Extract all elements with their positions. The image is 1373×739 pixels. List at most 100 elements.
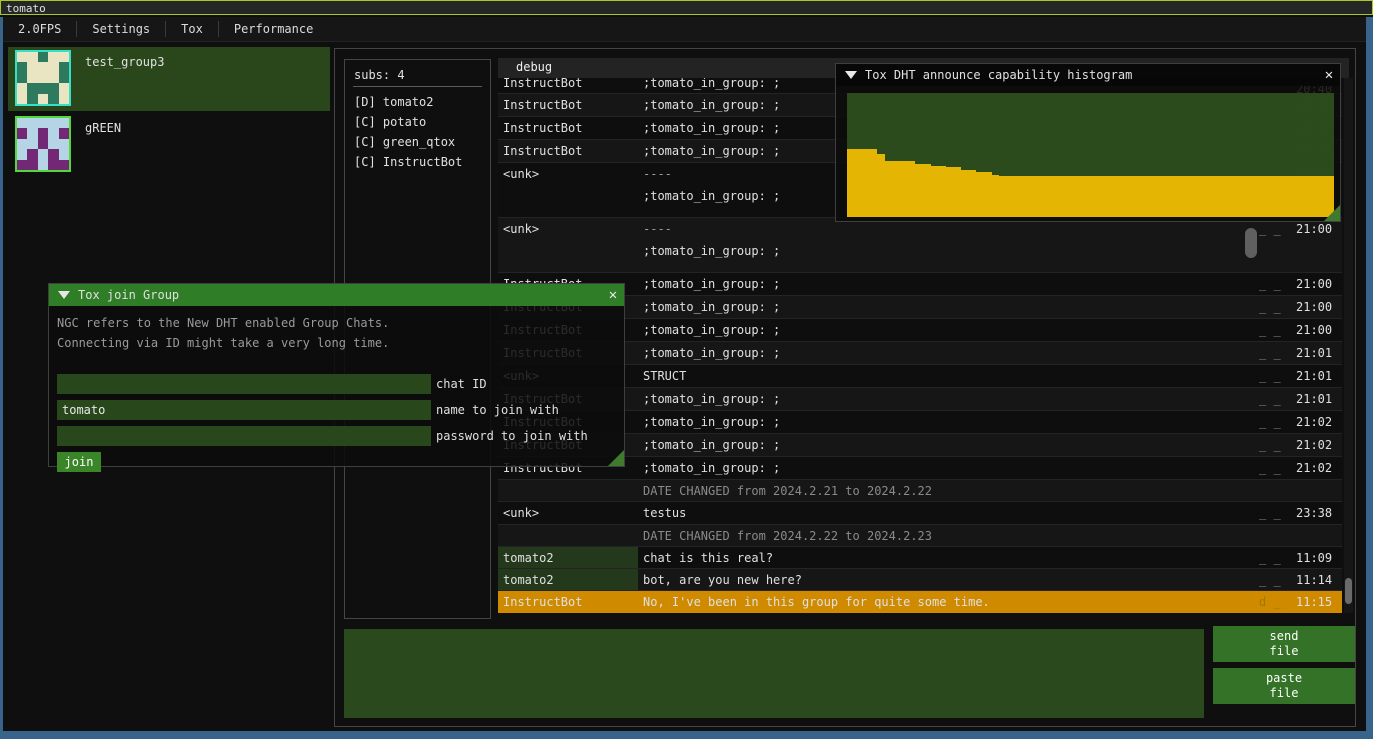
message-sender: tomato2 — [498, 569, 638, 590]
join-field-label: chat ID — [436, 374, 487, 394]
date-changed-row[interactable]: DATE CHANGED from 2024.2.21 to 2024.2.22 — [498, 480, 1342, 502]
avatar-pixel — [38, 94, 48, 104]
resize-grip[interactable] — [608, 450, 624, 466]
message-timestamp: 21:01 — [1296, 342, 1342, 364]
avatar-pixel — [48, 52, 58, 62]
avatar-pixel — [38, 52, 48, 62]
delivery-status: _ _ — [1259, 457, 1292, 479]
join-button[interactable]: join — [57, 452, 101, 472]
message-line: DATE CHANGED from 2024.2.21 to 2024.2.22 — [643, 484, 932, 498]
message-timestamp: 11:09 — [1296, 547, 1342, 568]
message-row[interactable]: InstructBotNo, I've been in this group f… — [498, 591, 1342, 613]
avatar-pixel — [59, 149, 69, 159]
message-sender: InstructBot — [498, 94, 638, 116]
message-line: STRUCT — [643, 369, 686, 383]
message-input[interactable] — [344, 629, 1204, 718]
avatar-pixel — [38, 83, 48, 93]
date-changed-text: DATE CHANGED from 2024.2.21 to 2024.2.22 — [643, 480, 1251, 501]
histogram-plot — [847, 93, 1334, 217]
subs-member[interactable]: [D] tomato2 — [354, 92, 486, 112]
menu-item-performance[interactable]: Performance — [219, 17, 328, 41]
collapse-arrow-icon[interactable] — [845, 71, 857, 79]
password-to-join-with-input[interactable] — [57, 426, 431, 446]
histogram-bar — [1167, 176, 1175, 217]
message-text: testus — [643, 502, 1251, 524]
subs-member[interactable]: [C] potato — [354, 112, 486, 132]
avatar-pixel — [48, 94, 58, 104]
message-row[interactable]: <unk>---- ;tomato_in_group: ; ----_ _21:… — [498, 218, 1342, 273]
message-text: ;tomato_in_group: ; — [643, 342, 1251, 364]
delivery-status: _ _ — [1259, 319, 1292, 341]
window-titlebar[interactable]: tomato — [0, 0, 1373, 15]
histogram-bar — [1235, 176, 1243, 217]
scrollbar-track[interactable] — [1344, 78, 1353, 613]
delivery-status: _ _ — [1259, 502, 1292, 524]
message-text: ---- ;tomato_in_group: ; ---- — [643, 218, 1251, 272]
tab-debug[interactable]: debug — [508, 58, 560, 78]
avatar-pixel — [17, 73, 27, 83]
window-title: tomato — [6, 2, 46, 15]
menu-bar: 2.0FPSSettingsToxPerformance — [3, 17, 1366, 42]
join-field-row: password to join with — [57, 426, 617, 446]
paste-file-button[interactable]: paste file — [1213, 668, 1355, 704]
avatar-pixel — [17, 149, 27, 159]
histogram-window-titlebar[interactable]: Tox DHT announce capability histogram ✕ — [836, 64, 1340, 86]
message-sender: InstructBot — [498, 591, 638, 613]
avatar-pixel — [27, 73, 37, 83]
close-icon[interactable]: ✕ — [1318, 67, 1340, 83]
avatar-pixel — [48, 160, 58, 170]
message-line: ;tomato_in_group: ; — [643, 121, 780, 135]
avatar-pixel — [48, 139, 58, 149]
avatar-pixel — [38, 149, 48, 159]
collapse-arrow-icon[interactable] — [58, 291, 70, 299]
histogram-bar — [1091, 176, 1099, 217]
histogram-bar — [1014, 176, 1022, 217]
histogram-bar — [1197, 176, 1205, 217]
message-text: STRUCT — [643, 365, 1251, 387]
date-changed-row[interactable]: DATE CHANGED from 2024.2.22 to 2024.2.23 — [498, 525, 1342, 547]
scrollbar-thumb[interactable] — [1245, 228, 1257, 258]
avatar-pixel — [59, 94, 69, 104]
group-avatar — [15, 116, 71, 172]
histogram-bar — [1144, 176, 1152, 217]
message-row[interactable]: tomato2chat is this real?_ _11:09 — [498, 547, 1342, 569]
message-timestamp: 11:15 — [1296, 591, 1342, 613]
chat-id-input[interactable] — [57, 374, 431, 394]
group-list-item[interactable]: gREEN — [8, 113, 330, 177]
histogram-bar — [976, 172, 984, 217]
message-sender: InstructBot — [498, 117, 638, 139]
histogram-bar — [1098, 176, 1106, 217]
histogram-bar — [1022, 176, 1030, 217]
send-file-button[interactable]: send file — [1213, 626, 1355, 662]
name-to-join-with-input[interactable] — [57, 400, 431, 420]
histogram-bar — [1273, 176, 1281, 217]
message-row[interactable]: <unk>testus_ _23:38 — [498, 502, 1342, 525]
resize-grip[interactable] — [1324, 205, 1340, 221]
histogram-bar — [1304, 176, 1312, 217]
group-list-item[interactable]: test_group3 — [8, 47, 330, 111]
histogram-bar — [1288, 176, 1296, 217]
histogram-bar — [1227, 176, 1235, 217]
histogram-bar — [954, 167, 962, 217]
histogram-window-title: Tox DHT announce capability histogram — [865, 68, 1318, 82]
subs-member[interactable]: [C] InstructBot — [354, 152, 486, 172]
message-line: ---- — [643, 211, 672, 217]
message-row[interactable]: tomato2bot, are you new here?_ _11:14 — [498, 569, 1342, 591]
group-name: test_group3 — [85, 55, 164, 69]
app-window: tomato 2.0FPSSettingsToxPerformance test… — [0, 0, 1373, 739]
join-window-body: NGC refers to the New DHT enabled Group … — [49, 306, 624, 466]
message-line: bot, are you new here? — [643, 573, 802, 587]
histogram-bar — [992, 175, 1000, 217]
menu-item-2-0fps[interactable]: 2.0FPS — [3, 17, 76, 41]
menu-item-tox[interactable]: Tox — [166, 17, 218, 41]
close-icon[interactable]: ✕ — [602, 287, 624, 303]
join-window-titlebar[interactable]: Tox join Group ✕ — [49, 284, 624, 306]
subs-member[interactable]: [C] green_qtox — [354, 132, 486, 152]
menu-item-settings[interactable]: Settings — [77, 17, 165, 41]
histogram-bar — [1060, 176, 1068, 217]
message-timestamp: 21:01 — [1296, 388, 1342, 410]
scrollbar-thumb[interactable] — [1345, 578, 1352, 604]
delivery-status: _ _ — [1259, 434, 1292, 456]
message-sender: <unk> — [498, 163, 638, 217]
message-line: ;tomato_in_group: ; — [643, 98, 780, 112]
